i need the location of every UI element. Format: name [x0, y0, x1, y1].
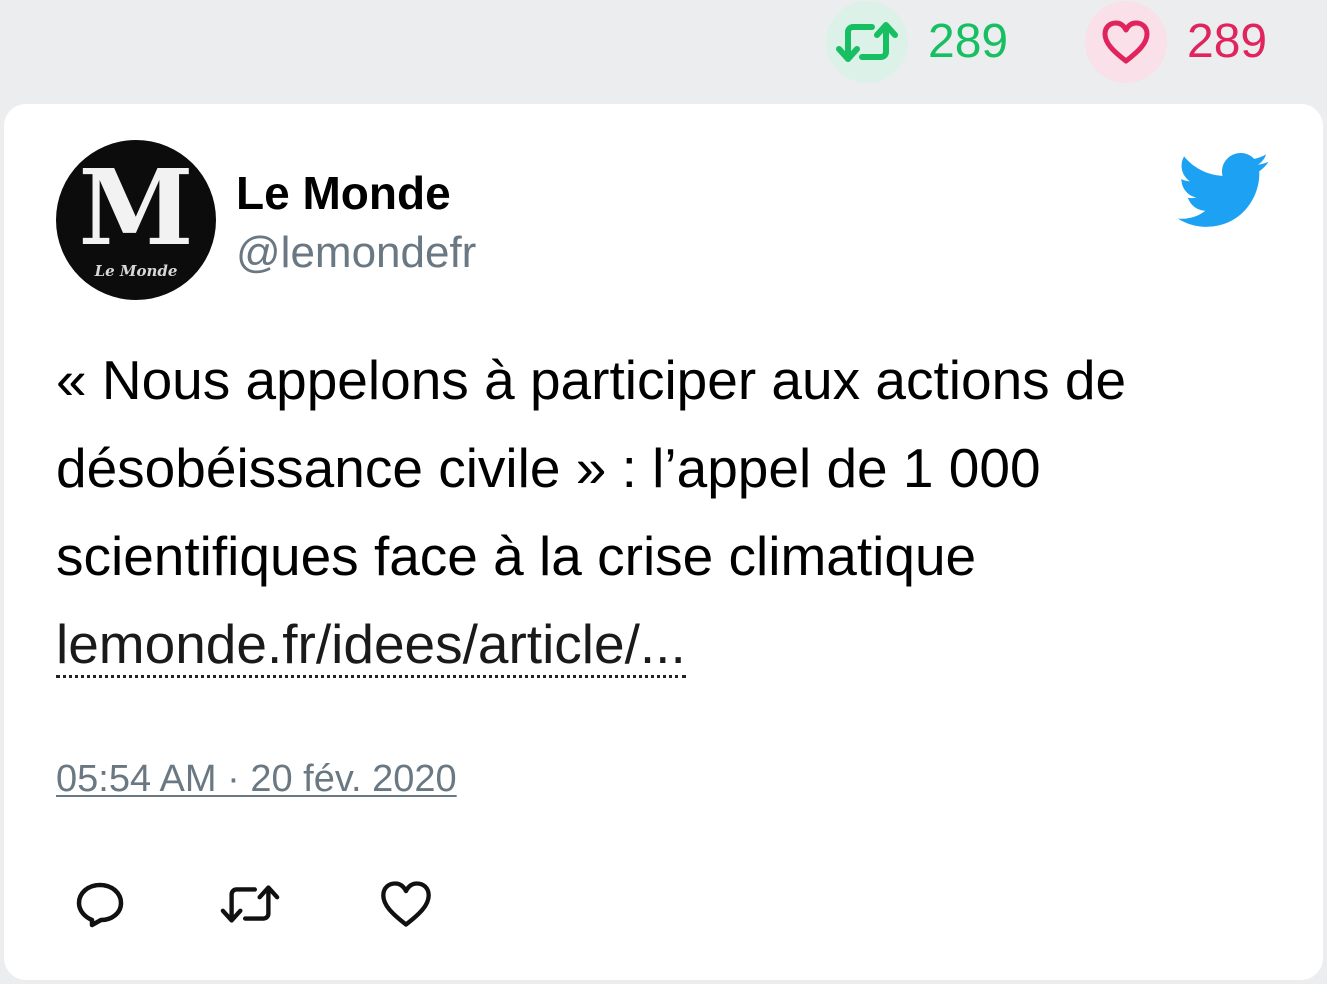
- like-count: 289: [1187, 15, 1268, 68]
- article-link[interactable]: lemonde.fr/idees/article/...: [56, 613, 686, 678]
- like-button[interactable]: [376, 874, 436, 934]
- retweet-count: 289: [928, 15, 1009, 68]
- author-handle[interactable]: @lemondefr: [236, 228, 476, 278]
- like-action-icon: [381, 881, 431, 927]
- tweet-body: « Nous appelons à participer aux actions…: [56, 349, 1127, 587]
- reply-icon: [76, 882, 124, 928]
- tweet-card: M Le Monde Le Monde @lemondefr « Nous ap…: [4, 104, 1323, 980]
- avatar-logo-caption: Le Monde: [94, 262, 178, 280]
- reply-button[interactable]: [70, 874, 130, 934]
- twitter-bird-icon[interactable]: [1174, 150, 1270, 228]
- avatar-logo-letter: M: [78, 146, 193, 269]
- heart-icon[interactable]: [1085, 1, 1167, 83]
- tweet-text: « Nous appelons à participer aux actions…: [56, 336, 1276, 688]
- avatar[interactable]: M Le Monde: [56, 140, 216, 300]
- author-name[interactable]: Le Monde: [236, 166, 451, 220]
- retweet-button[interactable]: [220, 874, 280, 934]
- tweet-timestamp[interactable]: 05:54 AM · 20 fév. 2020: [56, 758, 457, 801]
- like-stat[interactable]: 289: [1085, 0, 1267, 84]
- engagement-stats: 289 289: [0, 0, 1327, 100]
- retweet-action-icon: [220, 885, 280, 923]
- retweet-stat[interactable]: 289: [826, 0, 1008, 84]
- retweet-icon[interactable]: [826, 1, 908, 83]
